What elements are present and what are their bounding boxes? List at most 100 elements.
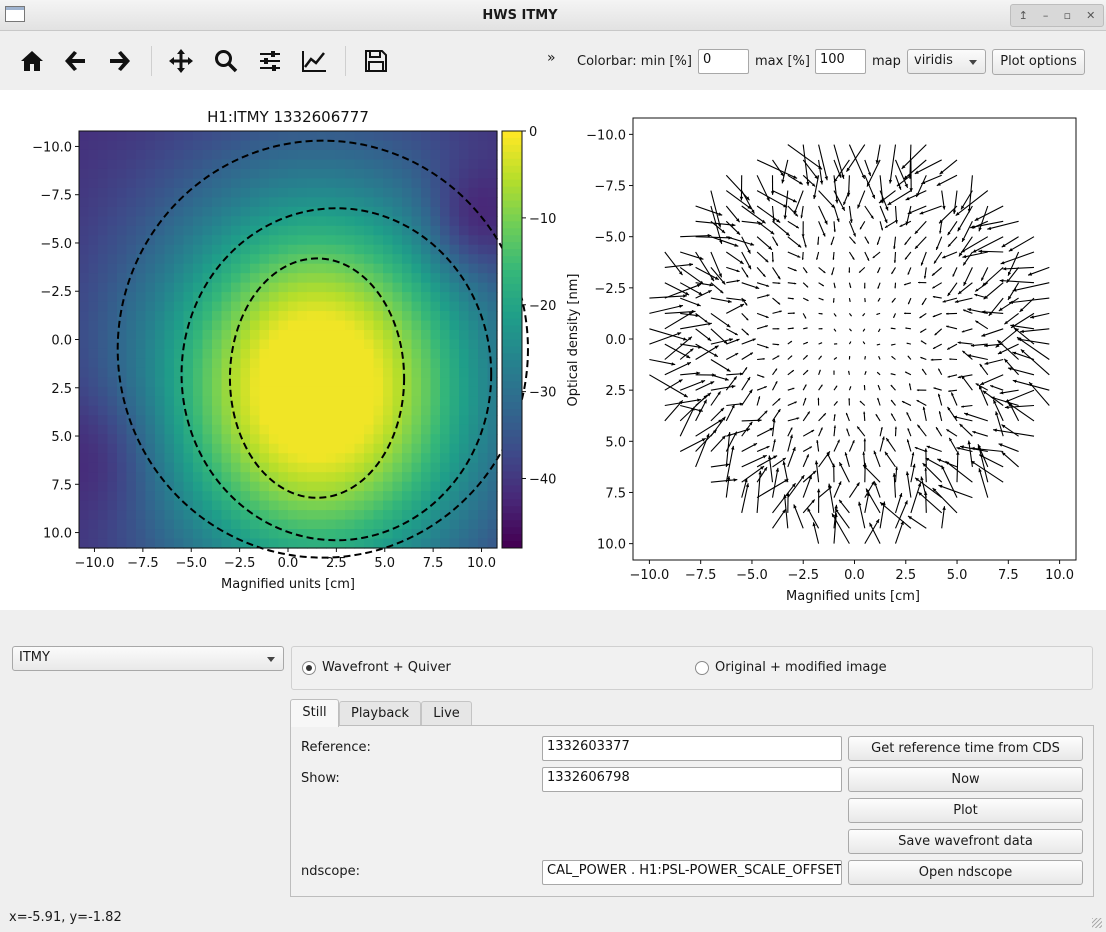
toolbar-overflow-icon[interactable]: » — [547, 50, 556, 66]
heatmap-cell — [326, 500, 337, 511]
heatmap-cell — [278, 405, 289, 416]
heatmap-cell — [88, 263, 99, 274]
heatmap-cell — [459, 538, 470, 549]
heatmap-cell — [79, 491, 90, 502]
open-ndscope-button[interactable]: Open ndscope — [848, 860, 1083, 885]
heatmap-cell — [364, 500, 375, 511]
zoom-button[interactable] — [209, 44, 243, 78]
colorbar-max-input[interactable]: 100 — [815, 49, 866, 74]
heatmap-cell — [88, 339, 99, 350]
heatmap-cell — [478, 462, 489, 473]
heatmap-cell — [269, 462, 280, 473]
heatmap-cell — [440, 330, 451, 341]
heatmap-cell — [345, 311, 356, 322]
y-tick-label: −7.5 — [40, 189, 72, 204]
y-tick-label: 2.5 — [51, 382, 72, 397]
heatmap-cell — [221, 254, 232, 265]
heatmap-cell — [98, 415, 109, 426]
figure-canvas[interactable]: H1:ITMY 1332606777 −10.0−10.0−7.5−7.5−5.… — [0, 90, 1106, 610]
heatmap-cell — [98, 159, 109, 170]
heatmap-cell — [383, 187, 394, 198]
sensor-select[interactable]: ITMY — [12, 646, 284, 671]
heatmap-cell — [440, 481, 451, 492]
shade-icon[interactable]: ↥ — [1019, 9, 1028, 22]
heatmap-cell — [136, 263, 147, 274]
heatmap-cell — [250, 131, 261, 142]
heatmap-cell — [145, 529, 156, 540]
heatmap-cell — [202, 311, 213, 322]
heatmap-cell — [155, 538, 166, 549]
heatmap-cell — [117, 443, 128, 454]
radio-original-modified[interactable] — [695, 661, 709, 675]
heatmap-cell — [126, 159, 137, 170]
heatmap-cell — [183, 396, 194, 407]
heatmap-cell — [326, 339, 337, 350]
heatmap-cell — [288, 453, 299, 464]
maximize-icon[interactable]: ▫ — [1064, 9, 1071, 22]
heatmap-cell — [136, 348, 147, 360]
plot-button[interactable]: Plot — [848, 798, 1083, 823]
reference-input[interactable]: 1332603377 — [542, 736, 842, 761]
heatmap-cell — [411, 273, 422, 284]
back-button[interactable] — [59, 44, 93, 78]
heatmap-cell — [259, 396, 270, 407]
heatmap-cell — [98, 472, 109, 483]
heatmap-cell — [449, 405, 460, 416]
tab-live[interactable]: Live — [421, 701, 472, 726]
heatmap-cell — [231, 254, 242, 265]
home-button[interactable] — [15, 44, 49, 78]
heatmap-cell — [440, 149, 451, 161]
heatmap-cell — [240, 377, 251, 388]
get-reference-button[interactable]: Get reference time from CDS — [848, 736, 1083, 761]
heatmap-cell — [297, 377, 308, 388]
tab-still[interactable]: Still — [290, 699, 339, 727]
heatmap-cell — [88, 301, 99, 312]
heatmap-cell — [421, 472, 432, 483]
colorbar-min-input[interactable]: 0 — [698, 49, 749, 74]
heatmap-cell — [335, 529, 346, 540]
edit-axes-button[interactable] — [297, 44, 331, 78]
heatmap-cell — [240, 367, 251, 379]
close-icon[interactable]: ✕ — [1086, 9, 1095, 22]
heatmap-cell — [98, 377, 109, 388]
heatmap-cell — [411, 254, 422, 265]
heatmap-cell — [411, 481, 422, 492]
heatmap-cell — [373, 348, 384, 360]
forward-button[interactable] — [102, 44, 136, 78]
tab-playback[interactable]: Playback — [339, 701, 421, 726]
heatmap-cell — [231, 216, 242, 227]
configure-subplots-button[interactable] — [253, 44, 287, 78]
resize-grip-icon[interactable] — [1092, 918, 1102, 928]
minimize-icon[interactable]: – — [1043, 9, 1049, 22]
radio-wavefront-quiver[interactable] — [302, 661, 316, 675]
save-wavefront-button[interactable]: Save wavefront data — [848, 829, 1083, 854]
heatmap-cell — [288, 538, 299, 549]
heatmap-cell — [193, 159, 204, 170]
plot-options-button[interactable]: Plot options — [992, 49, 1085, 75]
save-figure-button[interactable] — [359, 44, 393, 78]
heatmap-cell — [383, 367, 394, 379]
y-tick-label: −2.5 — [40, 285, 72, 300]
show-input[interactable]: 1332606798 — [542, 767, 842, 792]
pan-button[interactable] — [164, 44, 198, 78]
colormap-select[interactable]: viridis — [907, 49, 986, 74]
colorbar-segment — [502, 221, 522, 229]
now-button[interactable]: Now — [848, 767, 1083, 792]
heatmap-cell — [250, 339, 261, 350]
heatmap-cell — [345, 131, 356, 142]
heatmap-cell — [459, 500, 470, 511]
heatmap-cell — [402, 292, 413, 303]
radio-original-modified-label[interactable]: Original + modified image — [715, 660, 887, 675]
ndscope-input[interactable]: CAL_POWER . H1:PSL-POWER_SCALE_OFFSET — [542, 860, 842, 885]
heatmap-cell — [98, 273, 109, 284]
heatmap-cell — [250, 472, 261, 483]
heatmap-cell — [117, 216, 128, 227]
heatmap-cell — [354, 538, 365, 549]
heatmap-cell — [183, 235, 194, 246]
heatmap-cell — [155, 424, 166, 435]
heatmap-cell — [107, 330, 118, 341]
heatmap-cell — [449, 292, 460, 303]
radio-wavefront-quiver-label[interactable]: Wavefront + Quiver — [322, 660, 451, 675]
heatmap-cell — [259, 358, 270, 369]
heatmap-cell — [202, 415, 213, 426]
